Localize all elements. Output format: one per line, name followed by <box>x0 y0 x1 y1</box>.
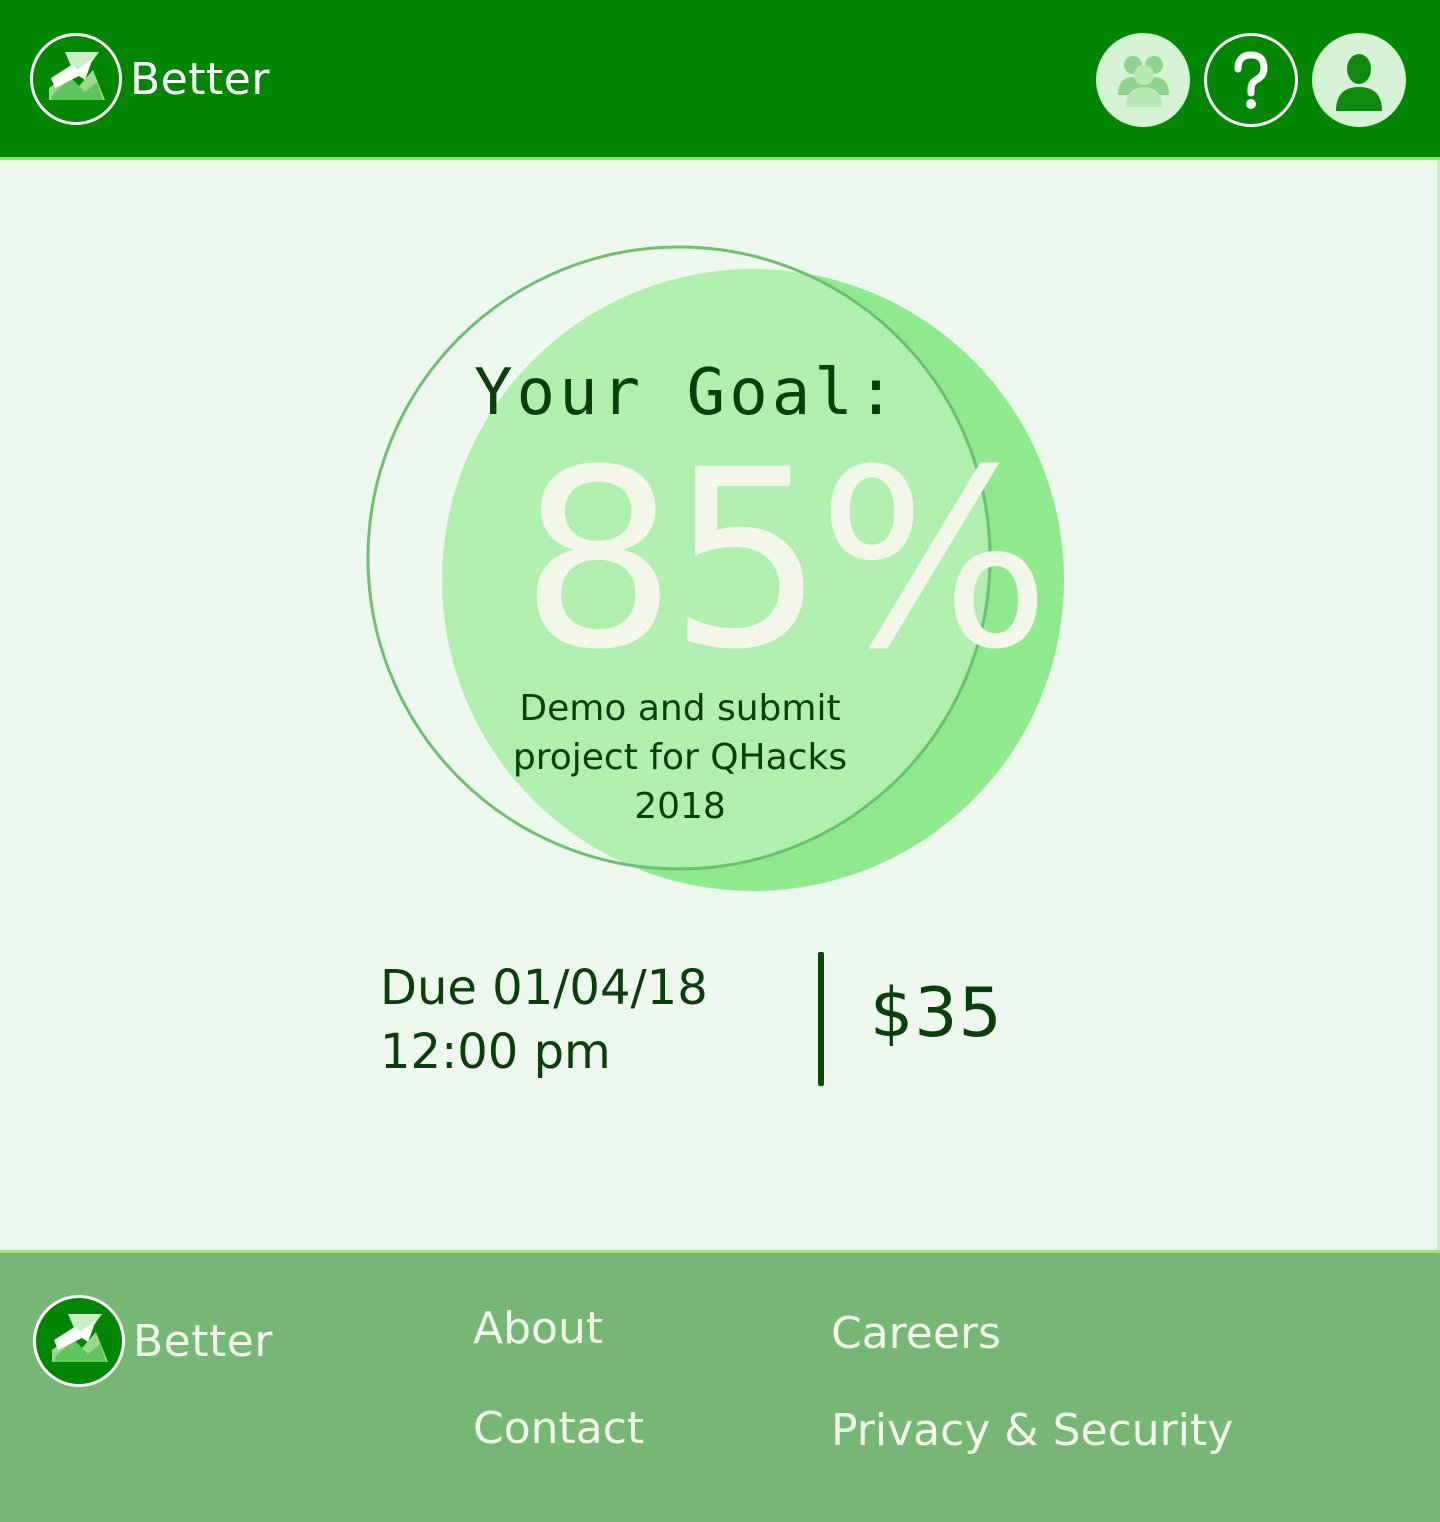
goal-description: Demo and submit project for QHacks 2018 <box>512 688 848 827</box>
help-icon[interactable] <box>1204 33 1298 127</box>
footer: Better About Contact Careers Privacy & S… <box>0 1250 1440 1522</box>
brand-logo[interactable]: Better <box>30 33 270 125</box>
brand-name: Better <box>130 53 270 105</box>
footer-link-privacy[interactable]: Privacy & Security <box>831 1405 1233 1456</box>
footer-brand-name: Better <box>133 1315 273 1367</box>
due-time: 12:00 pm <box>380 1024 611 1080</box>
footer-link-careers[interactable]: Careers <box>831 1308 1001 1359</box>
header-icon-group <box>1096 33 1406 127</box>
better-logo-icon <box>30 33 122 125</box>
better-logo-icon <box>33 1295 125 1387</box>
info-divider <box>818 952 824 1086</box>
goal-main-area: Your Goal: 85% Demo and submit project f… <box>0 160 1440 1250</box>
group-icon[interactable] <box>1096 33 1190 127</box>
logo-glyph <box>52 1314 108 1362</box>
goal-stake-amount: $35 <box>870 974 1003 1053</box>
due-info: Due 01/04/18 12:00 pm <box>380 956 708 1084</box>
top-nav-bar: Better <box>0 0 1440 160</box>
profile-icon[interactable] <box>1312 33 1406 127</box>
logo-glyph <box>49 52 105 100</box>
footer-link-about[interactable]: About <box>473 1303 603 1354</box>
footer-brand-logo[interactable]: Better <box>33 1295 273 1387</box>
due-date: Due 01/04/18 <box>380 960 708 1016</box>
footer-link-contact[interactable]: Contact <box>473 1403 644 1454</box>
goal-progress-percent: 85% <box>520 418 1051 704</box>
